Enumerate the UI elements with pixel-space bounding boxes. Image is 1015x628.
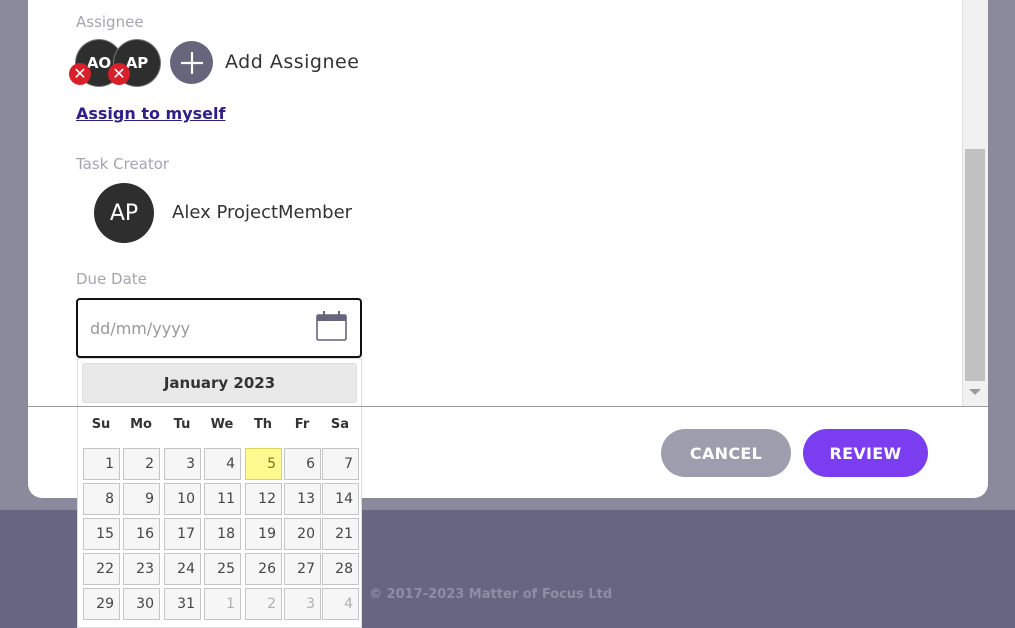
datepicker-day[interactable]: 21 bbox=[322, 518, 359, 550]
datepicker-day[interactable]: 23 bbox=[123, 553, 160, 585]
datepicker-day[interactable]: 19 bbox=[245, 518, 282, 550]
datepicker-day-other-month[interactable]: 4 bbox=[322, 588, 359, 620]
modal-footer-divider bbox=[28, 406, 988, 407]
scrollbar-thumb[interactable] bbox=[965, 149, 985, 381]
datepicker-weekday: Sa bbox=[330, 417, 350, 432]
datepicker-day[interactable]: 15 bbox=[83, 518, 120, 550]
datepicker-day[interactable]: 28 bbox=[322, 553, 359, 585]
datepicker-day[interactable]: 3 bbox=[164, 448, 201, 480]
avatar-initials: AO bbox=[86, 54, 112, 72]
assignee-label: Assignee bbox=[76, 13, 144, 31]
datepicker-weekday: Su bbox=[91, 417, 111, 432]
datepicker-day[interactable]: 2 bbox=[123, 448, 160, 480]
avatar-initials: AP bbox=[109, 200, 139, 226]
due-date-placeholder: dd/mm/yyyy bbox=[90, 318, 191, 338]
datepicker-day[interactable]: 25 bbox=[204, 553, 241, 585]
remove-assignee-ao-icon[interactable]: ✕ bbox=[69, 63, 91, 85]
plus-icon bbox=[180, 51, 203, 74]
datepicker-day[interactable]: 4 bbox=[204, 448, 241, 480]
datepicker-day-other-month[interactable]: 1 bbox=[204, 588, 241, 620]
datepicker-day[interactable]: 11 bbox=[204, 483, 241, 515]
datepicker-day[interactable]: 24 bbox=[164, 553, 201, 585]
footer-copyright: © 2017-2023 Matter of Focus Ltd bbox=[369, 587, 613, 602]
datepicker-day[interactable]: 17 bbox=[164, 518, 201, 550]
datepicker-day[interactable]: 13 bbox=[284, 483, 321, 515]
datepicker-weekday: Mo bbox=[130, 417, 152, 432]
datepicker-day[interactable]: 7 bbox=[322, 448, 359, 480]
datepicker-weekday: Th bbox=[253, 417, 273, 432]
datepicker-weekday: Fr bbox=[294, 417, 310, 432]
datepicker-day[interactable]: 27 bbox=[284, 553, 321, 585]
task-creator-label: Task Creator bbox=[76, 155, 170, 173]
remove-assignee-ap-icon[interactable]: ✕ bbox=[108, 63, 130, 85]
datepicker-day[interactable]: 14 bbox=[322, 483, 359, 515]
datepicker-weekday: We bbox=[210, 417, 234, 432]
add-assignee-button[interactable] bbox=[170, 41, 213, 84]
datepicker-day[interactable]: 9 bbox=[123, 483, 160, 515]
datepicker-day[interactable]: 22 bbox=[83, 553, 120, 585]
cancel-button[interactable]: CANCEL bbox=[661, 429, 791, 477]
datepicker-day[interactable]: 30 bbox=[123, 588, 160, 620]
datepicker-day-other-month[interactable]: 3 bbox=[284, 588, 321, 620]
datepicker-day-other-month[interactable]: 2 bbox=[245, 588, 282, 620]
due-date-label: Due Date bbox=[76, 270, 147, 288]
datepicker-day[interactable]: 5 bbox=[245, 448, 282, 480]
datepicker-day[interactable]: 20 bbox=[284, 518, 321, 550]
datepicker-day[interactable]: 10 bbox=[164, 483, 201, 515]
datepicker-day[interactable]: 31 bbox=[164, 588, 201, 620]
datepicker-day[interactable]: 26 bbox=[245, 553, 282, 585]
add-assignee-label[interactable]: Add Assignee bbox=[225, 51, 359, 73]
datepicker-day[interactable]: 1 bbox=[83, 448, 120, 480]
assign-to-myself-link[interactable]: Assign to myself bbox=[76, 104, 225, 123]
datepicker-day[interactable]: 16 bbox=[123, 518, 160, 550]
datepicker-day[interactable]: 6 bbox=[284, 448, 321, 480]
datepicker-day[interactable]: 18 bbox=[204, 518, 241, 550]
datepicker-weekday: Tu bbox=[173, 417, 191, 432]
creator-avatar: AP bbox=[94, 183, 154, 243]
datepicker-day[interactable]: 8 bbox=[83, 483, 120, 515]
creator-name: Alex ProjectMember bbox=[172, 202, 353, 223]
datepicker-day[interactable]: 12 bbox=[245, 483, 282, 515]
datepicker-month-title: January 2023 bbox=[82, 363, 357, 403]
scroll-down-arrow-icon[interactable] bbox=[969, 389, 981, 395]
datepicker-day[interactable]: 29 bbox=[83, 588, 120, 620]
calendar-icon[interactable] bbox=[316, 311, 347, 341]
datepicker-popup: January 2023 Su Mo Tu We Th Fr Sa 1 2 3 4 5 6 7 8 9 10 1… bbox=[77, 358, 362, 628]
review-button[interactable]: REVIEW bbox=[803, 429, 928, 477]
